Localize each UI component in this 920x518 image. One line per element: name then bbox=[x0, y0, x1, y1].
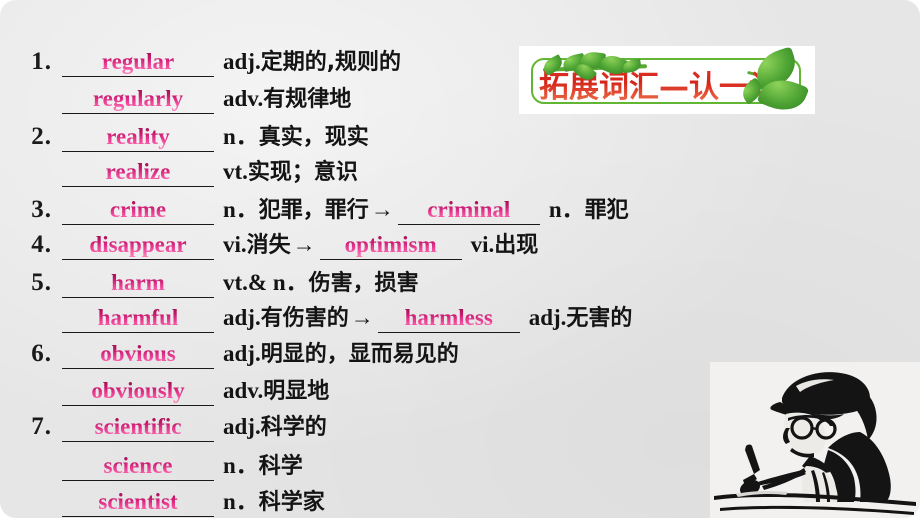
derivation-arrow-icon: → bbox=[370, 197, 394, 222]
entry-gloss: n．真实，现实 bbox=[214, 117, 369, 151]
list-item: 5. harm vt.& n．伤害，损害 bbox=[0, 263, 820, 300]
entry-meaning: 明显地 bbox=[263, 378, 330, 404]
entry-gloss: adv.明显地 bbox=[214, 373, 329, 405]
entry-meaning: 消失 bbox=[246, 232, 291, 258]
part-of-speech: adv. bbox=[223, 377, 264, 403]
entry-meaning: 定期的,规则的 bbox=[260, 50, 402, 75]
vocabulary-list: 1. regular adj.定期的,规则的 regularly adv.有规律… bbox=[0, 44, 820, 518]
entry-gloss-secondary: vi.出现 bbox=[462, 227, 539, 259]
answer-blank[interactable]: scientific bbox=[62, 414, 214, 443]
answer-blank[interactable]: harm bbox=[62, 270, 214, 299]
part-of-speech: n． bbox=[223, 489, 259, 514]
derivation-arrow-icon: → bbox=[350, 304, 374, 330]
part-of-speech: vi. bbox=[223, 231, 247, 257]
entry-meaning: 有规律地 bbox=[263, 86, 352, 112]
entry-number: 1. bbox=[31, 48, 52, 75]
part-of-speech: vt.& n． bbox=[223, 270, 309, 295]
entry-gloss: vt.实现；意识 bbox=[214, 154, 358, 186]
slide-canvas: 1. regular adj.定期的,规则的 regularly adv.有规律… bbox=[0, 0, 920, 518]
entry-meaning: 真实，现实 bbox=[258, 125, 369, 150]
answer-blank[interactable]: harmful bbox=[62, 305, 214, 333]
entry-meaning: 犯罪，罪行 bbox=[258, 198, 369, 223]
list-item: science n．科学 bbox=[0, 446, 820, 483]
answer-blank[interactable]: regular bbox=[62, 49, 214, 78]
answer-blank[interactable]: crime bbox=[62, 197, 214, 226]
answer-blank[interactable]: science bbox=[62, 453, 214, 481]
section-banner: 拓展词汇—认一认 bbox=[519, 46, 815, 119]
entry-meaning: 有伤害的 bbox=[260, 305, 349, 331]
answer-blank-secondary[interactable]: criminal bbox=[397, 197, 540, 226]
answer-blank[interactable]: scientist bbox=[62, 489, 214, 518]
entry-gloss: adj.定期的,规则的 bbox=[214, 44, 401, 76]
entry-number: 5. bbox=[31, 269, 52, 296]
sketch-svg bbox=[710, 362, 920, 518]
entry-gloss-secondary: adj.无害的 bbox=[520, 300, 633, 332]
answer-blank-secondary[interactable]: optimism bbox=[319, 232, 462, 260]
entry-meaning: 明显的，显而易见的 bbox=[260, 342, 459, 367]
entry-gloss: adj.明显的，显而易见的 bbox=[214, 336, 459, 368]
answer-blank[interactable]: reality bbox=[62, 124, 214, 153]
entry-gloss-secondary: n．罪犯 bbox=[540, 190, 629, 224]
list-item: obviously adv.明显地 bbox=[0, 373, 820, 410]
part-of-speech: adj. bbox=[223, 304, 261, 330]
student-writing-illustration bbox=[710, 362, 920, 518]
part-of-speech: n． bbox=[223, 452, 259, 478]
list-item: scientist n．科学家 bbox=[0, 482, 820, 518]
entry-gloss: adv.有规律地 bbox=[214, 81, 351, 113]
entry-meaning: 科学家 bbox=[258, 490, 325, 515]
answer-blank[interactable]: realize bbox=[62, 159, 214, 187]
entry-meaning: 出现 bbox=[494, 232, 539, 258]
part-of-speech: adv. bbox=[223, 85, 264, 111]
list-item: 7. scientific adj.科学的 bbox=[0, 409, 820, 446]
entry-gloss: n．科学家 bbox=[214, 482, 325, 516]
list-item: harmful adj.有伤害的 → harmless adj.无害的 bbox=[0, 300, 820, 337]
entry-meaning: 无害的 bbox=[566, 305, 633, 331]
entry-number: 7. bbox=[31, 413, 52, 440]
part-of-speech: n． bbox=[548, 197, 585, 222]
list-item: 3. crime n．犯罪，罪行 → criminal n．罪犯 bbox=[0, 190, 820, 227]
part-of-speech: vi. bbox=[470, 231, 495, 257]
list-item: 6. obvious adj.明显的，显而易见的 bbox=[0, 336, 820, 373]
part-of-speech: adj. bbox=[528, 304, 567, 330]
part-of-speech: adj. bbox=[223, 341, 261, 366]
entry-gloss: n．科学 bbox=[214, 446, 303, 480]
derivation-arrow-icon: → bbox=[292, 231, 316, 257]
part-of-speech: adj. bbox=[223, 414, 261, 439]
list-item: 2. reality n．真实，现实 bbox=[0, 117, 820, 154]
answer-blank[interactable]: obvious bbox=[62, 341, 214, 370]
answer-blank[interactable]: regularly bbox=[62, 86, 214, 114]
answer-blank[interactable]: disappear bbox=[62, 232, 214, 260]
entry-gloss: vt.& n．伤害，损害 bbox=[214, 263, 419, 297]
entry-number: 2. bbox=[31, 123, 52, 150]
list-item: realize vt.实现；意识 bbox=[0, 154, 820, 191]
entry-gloss: vi.消失 bbox=[214, 227, 291, 259]
part-of-speech: n． bbox=[223, 124, 259, 149]
entry-gloss: adj.科学的 bbox=[214, 409, 327, 441]
list-item: 4. disappear vi.消失 → optimism vi.出现 bbox=[0, 227, 820, 264]
part-of-speech: adj. bbox=[223, 49, 261, 74]
entry-meaning: 科学的 bbox=[260, 415, 327, 440]
entry-meaning: 伤害，损害 bbox=[308, 271, 419, 296]
answer-blank[interactable]: obviously bbox=[62, 378, 214, 406]
entry-number: 6. bbox=[31, 340, 52, 367]
entry-number: 4. bbox=[31, 230, 52, 258]
entry-meaning: 实现；意识 bbox=[247, 159, 358, 185]
part-of-speech: n． bbox=[223, 197, 259, 222]
entry-meaning: 罪犯 bbox=[584, 198, 629, 223]
entry-gloss: adj.有伤害的 bbox=[214, 300, 349, 332]
entry-gloss: n．犯罪，罪行 bbox=[214, 190, 369, 224]
answer-blank-secondary[interactable]: harmless bbox=[377, 305, 520, 333]
entry-meaning: 科学 bbox=[258, 453, 303, 479]
entry-number: 3. bbox=[31, 196, 52, 223]
part-of-speech: vt. bbox=[223, 158, 248, 184]
